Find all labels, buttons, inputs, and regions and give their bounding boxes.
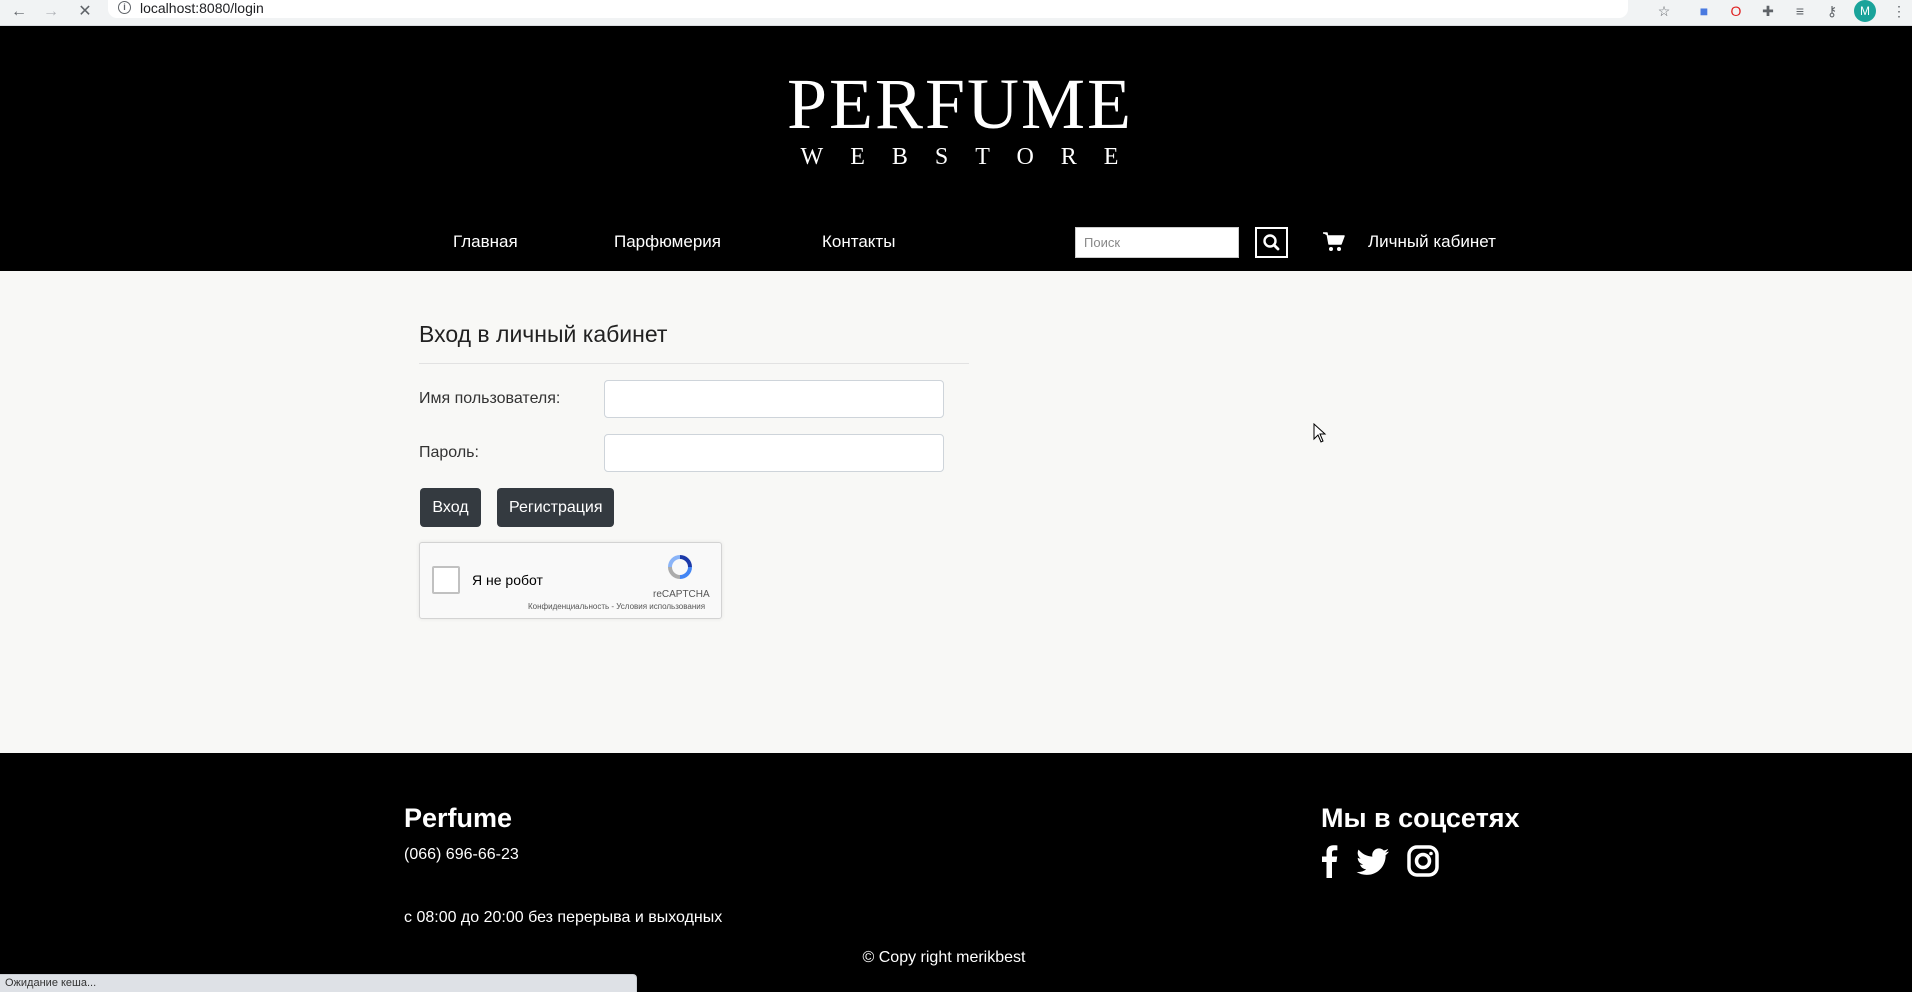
footer-brand: Perfume (404, 803, 513, 833)
recaptcha-privacy-terms-links[interactable]: Конфиденциальность - Условия использован… (528, 602, 705, 611)
facebook-icon[interactable] (1320, 844, 1338, 878)
extensions-puzzle-icon[interactable]: ✚ (1759, 2, 1777, 20)
footer-copyright: © Copy right merikbest (862, 949, 1026, 966)
social-title: Мы в соцсетях (1321, 803, 1520, 833)
recaptcha-brand: reCAPTCHA (653, 589, 710, 600)
nav-perfumery[interactable]: Парфюмерия (614, 232, 721, 252)
twitter-icon[interactable] (1356, 844, 1390, 878)
login-button[interactable]: Вход (420, 488, 481, 527)
password-label: Пароль: (419, 444, 479, 461)
address-bar[interactable]: i localhost:8080/login (108, 0, 1628, 18)
key-icon[interactable]: ⚷ (1823, 2, 1841, 20)
search-button[interactable] (1255, 227, 1288, 258)
page-title: Вход в личный кабинет (419, 321, 668, 347)
recaptcha-checkbox[interactable] (432, 566, 460, 594)
cart-icon[interactable] (1322, 231, 1346, 253)
instagram-icon[interactable] (1407, 844, 1439, 878)
translate-extension-icon[interactable]: ■ (1695, 2, 1713, 20)
nav-account[interactable]: Личный кабинет (1368, 232, 1496, 252)
nav-contacts[interactable]: Контакты (822, 232, 895, 252)
logo-title: PERFUME (786, 64, 1134, 144)
url-text: localhost:8080/login (140, 0, 264, 16)
logo-subtitle: WEBSTORE (800, 144, 1146, 170)
mouse-cursor-icon (1313, 423, 1327, 443)
browser-status-bar: Ожидание кеша... (0, 974, 637, 992)
browser-toolbar: ← → ✕ i localhost:8080/login ☆ ■ O ✚ ≡ ⚷… (0, 0, 1912, 26)
search-icon (1263, 234, 1280, 251)
opera-extension-icon[interactable]: O (1727, 2, 1745, 20)
username-input[interactable] (604, 380, 944, 418)
profile-avatar[interactable]: M (1854, 0, 1876, 22)
site-header: PERFUME WEBSTORE Главная Парфюмерия Конт… (0, 26, 1912, 271)
nav-home[interactable]: Главная (453, 232, 518, 252)
title-divider (419, 363, 969, 364)
site-footer: Perfume (066) 696-66-23 с 08:00 до 20:00… (0, 753, 1912, 992)
footer-phone: (066) 696-66-23 (404, 846, 519, 863)
recaptcha-logo-icon (668, 555, 692, 579)
footer-hours: с 08:00 до 20:00 без перерыва и выходных (404, 909, 723, 926)
register-button[interactable]: Регистрация (497, 488, 614, 527)
forward-icon[interactable]: → (40, 2, 62, 22)
site-info-icon[interactable]: i (118, 1, 131, 14)
username-label: Имя пользователя: (419, 390, 561, 407)
more-menu-icon[interactable]: ⋮ (1890, 2, 1908, 20)
stop-loading-icon[interactable]: ✕ (74, 2, 96, 22)
password-input[interactable] (604, 434, 944, 472)
recaptcha-widget: Я не робот reCAPTCHA Конфиденциальность … (419, 542, 722, 619)
search-input[interactable] (1075, 227, 1239, 258)
back-icon[interactable]: ← (8, 2, 30, 22)
recaptcha-label: Я не робот (472, 572, 543, 588)
site-logo[interactable]: PERFUME WEBSTORE (760, 66, 1160, 172)
bookmark-star-icon[interactable]: ☆ (1655, 2, 1673, 20)
media-queue-icon[interactable]: ≡ (1791, 2, 1809, 20)
